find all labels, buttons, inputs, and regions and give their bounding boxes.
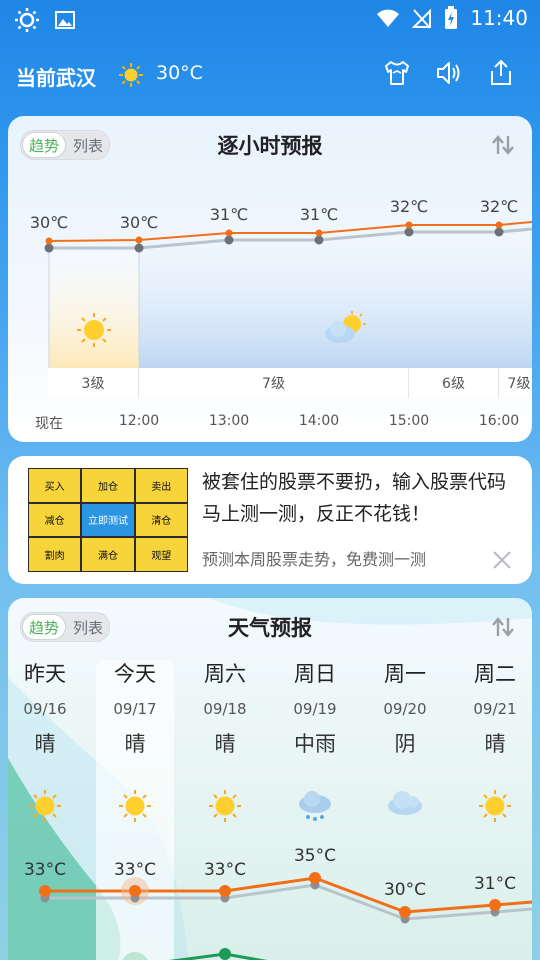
header: 当前武汉 30°C	[0, 48, 540, 104]
hourly-wind-row: 3级 7级 6级 7级	[48, 368, 532, 398]
hourly-time-label: 12:00	[118, 413, 160, 429]
wind-level: 3级	[48, 368, 139, 398]
ad-grid-cell: 割肉	[28, 537, 82, 572]
ad-banner[interactable]: 买入 加仓 卖出 减仓 立即测试 清仓 割肉 满仓 观望 被套住的股票不要扔，输…	[8, 456, 532, 584]
wind-level: 7级	[139, 368, 409, 398]
hourly-time-label: 现在	[35, 416, 63, 432]
daily-forecast-card: 趋势 列表 天气预报 昨天 09/16 晴 今天 09/17 晴 周六 09/1…	[8, 598, 532, 960]
ad-headline[interactable]: 被套住的股票不要扔，输入股票代码马上测一测，反正不花钱！	[202, 466, 512, 530]
close-icon[interactable]	[492, 550, 512, 570]
status-bar: 11:40	[0, 0, 540, 40]
clothing-icon[interactable]	[382, 58, 412, 88]
image-icon	[54, 7, 76, 33]
sun-icon	[118, 62, 144, 88]
no-signal-icon	[412, 7, 432, 29]
ad-thumbnail[interactable]: 买入 加仓 卖出 减仓 立即测试 清仓 割肉 满仓 观望	[28, 468, 188, 572]
ad-grid-cell: 买入	[28, 468, 82, 503]
wind-level: 6级	[409, 368, 499, 398]
ad-grid-cell: 卖出	[134, 468, 188, 503]
battery-charging-icon	[444, 6, 458, 30]
ad-grid-cell: 加仓	[81, 468, 135, 503]
ad-grid-cell: 减仓	[28, 502, 82, 538]
wind-level: 7级	[507, 376, 531, 392]
wifi-icon	[376, 7, 400, 29]
current-temperature: 30°C	[156, 62, 203, 84]
hourly-time-label: 13:00	[208, 413, 250, 429]
ad-grid-cell: 立即测试	[81, 502, 135, 538]
status-time: 11:40	[470, 6, 528, 30]
speaker-icon[interactable]	[434, 58, 464, 88]
ad-subline[interactable]: 预测本周股票走势，免费测一测	[202, 546, 426, 570]
daily-temperature-chart	[39, 872, 532, 960]
hourly-time-label: 15:00	[388, 413, 430, 429]
share-icon[interactable]	[486, 58, 516, 88]
hourly-time-label: 16:00	[478, 413, 520, 429]
hourly-forecast-card: 趋势 列表 逐小时预报 30℃ 30℃ 31℃ 31℃ 32℃ 32℃ 3级 7…	[8, 116, 532, 442]
hourly-time-label: 14:00	[298, 413, 340, 429]
ad-grid-cell: 满仓	[81, 537, 135, 572]
brightness-icon	[14, 7, 40, 33]
location-label[interactable]: 当前武汉	[16, 62, 96, 91]
ad-grid-cell: 清仓	[134, 502, 188, 538]
ad-grid-cell: 观望	[134, 537, 188, 572]
